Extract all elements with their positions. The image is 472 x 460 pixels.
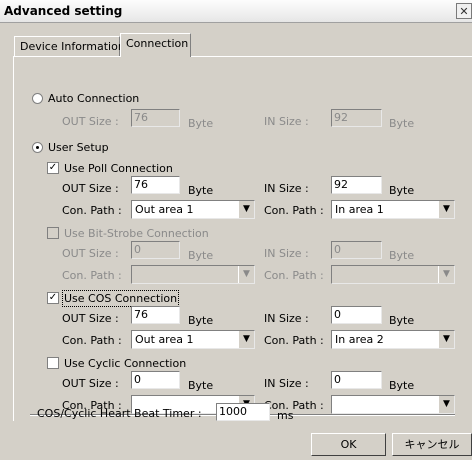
poll-label: Use Poll Connection [64,162,173,175]
check-icon: ✓ [48,162,58,173]
poll-in-path-value: In area 1 [335,203,384,216]
bitstrobe-in-path-label: Con. Path : [264,269,324,282]
cyclic-checkbox[interactable] [47,357,59,369]
heartbeat-label: COS/Cyclic Heart Beat Timer : [37,407,202,420]
auto-out-size-label: OUT Size : [62,115,119,128]
bitstrobe-checkbox[interactable] [47,227,59,239]
auto-in-size-label: IN Size : [264,115,309,128]
cos-in-path-value: In area 2 [335,333,384,346]
close-button[interactable]: ✕ [456,3,472,19]
chevron-down-icon: ▼ [438,266,454,283]
cos-in-size-label: IN Size : [264,312,309,325]
auto-out-unit: Byte [188,117,214,130]
title-bar: Advanced setting ✕ [0,0,472,23]
bitstrobe-in-unit: Byte [389,249,415,262]
tab-device-information-label: Device Information [20,40,125,53]
user-setup-radio[interactable] [32,142,43,153]
user-setup-label: User Setup [48,141,109,154]
heartbeat-field[interactable]: 1000 [216,403,270,421]
check-icon: ✓ [48,292,58,303]
cos-in-path-select[interactable]: In area 2 ▼ [331,330,455,349]
auto-connection-label: Auto Connection [48,92,140,105]
cyclic-in-size-field[interactable]: 0 [331,371,382,389]
heartbeat-unit: ms [277,409,294,422]
bitstrobe-label: Use Bit-Strobe Connection [64,227,209,240]
poll-out-path-label: Con. Path : [62,204,122,217]
cyclic-in-size-label: IN Size : [264,377,309,390]
bitstrobe-out-unit: Byte [188,249,214,262]
cos-out-size-label: OUT Size : [62,312,119,325]
tab-connection-label: Connection [126,37,189,50]
cos-checkbox[interactable]: ✓ [47,292,59,304]
cyclic-label: Use Cyclic Connection [64,357,187,370]
cos-label: Use COS Connection [61,290,180,307]
poll-in-path-select[interactable]: In area 1 ▼ [331,200,455,219]
cos-in-unit: Byte [389,314,415,327]
poll-out-size-label: OUT Size : [62,182,119,195]
chevron-down-icon[interactable]: ▼ [238,201,254,218]
bitstrobe-in-size-field: 0 [331,241,382,259]
cyclic-out-unit: Byte [188,379,214,392]
poll-in-size-field[interactable]: 92 [331,176,382,194]
ok-button[interactable]: OK [311,433,386,456]
cyclic-in-unit: Byte [389,379,415,392]
bitstrobe-out-path-label: Con. Path : [62,269,122,282]
tab-connection[interactable]: Connection [120,33,191,57]
cyclic-out-size-field[interactable]: 0 [131,371,180,389]
cyclic-in-path-label: Con. Path : [264,399,324,412]
poll-out-path-select[interactable]: Out area 1 ▼ [131,200,255,219]
cos-out-path-select[interactable]: Out area 1 ▼ [131,330,255,349]
poll-in-unit: Byte [389,184,415,197]
bitstrobe-in-size-label: IN Size : [264,247,309,260]
cos-out-path-value: Out area 1 [135,333,194,346]
window-title: Advanced setting [4,4,123,18]
poll-in-size-label: IN Size : [264,182,309,195]
advanced-setting-dialog: Advanced setting ✕ Device Information Co… [0,0,472,460]
cos-out-path-label: Con. Path : [62,334,122,347]
chevron-down-icon[interactable]: ▼ [438,331,454,348]
bitstrobe-in-path-select: ▼ [331,265,455,284]
poll-out-path-value: Out area 1 [135,203,194,216]
chevron-down-icon: ▼ [238,266,254,283]
cyclic-out-size-label: OUT Size : [62,377,119,390]
poll-in-path-label: Con. Path : [264,204,324,217]
cyclic-in-path-select[interactable]: ▼ [331,395,455,414]
auto-out-size-field: 76 [131,109,180,127]
chevron-down-icon[interactable]: ▼ [438,201,454,218]
close-icon: ✕ [459,5,469,18]
auto-in-size-field: 92 [331,109,382,127]
cos-out-unit: Byte [188,314,214,327]
auto-connection-radio[interactable] [32,93,43,104]
bitstrobe-out-path-select: ▼ [131,265,255,284]
bitstrobe-out-size-field: 0 [131,241,180,259]
poll-out-size-field[interactable]: 76 [131,176,180,194]
chevron-down-icon[interactable]: ▼ [438,396,454,413]
chevron-down-icon[interactable]: ▼ [238,331,254,348]
bitstrobe-out-size-label: OUT Size : [62,247,119,260]
cancel-button[interactable]: キャンセル [392,433,472,456]
tab-device-information[interactable]: Device Information [14,36,125,56]
cos-out-size-field[interactable]: 76 [131,306,180,324]
auto-in-unit: Byte [389,117,415,130]
poll-checkbox[interactable]: ✓ [47,162,59,174]
cos-in-path-label: Con. Path : [264,334,324,347]
cos-in-size-field[interactable]: 0 [331,306,382,324]
poll-out-unit: Byte [188,184,214,197]
